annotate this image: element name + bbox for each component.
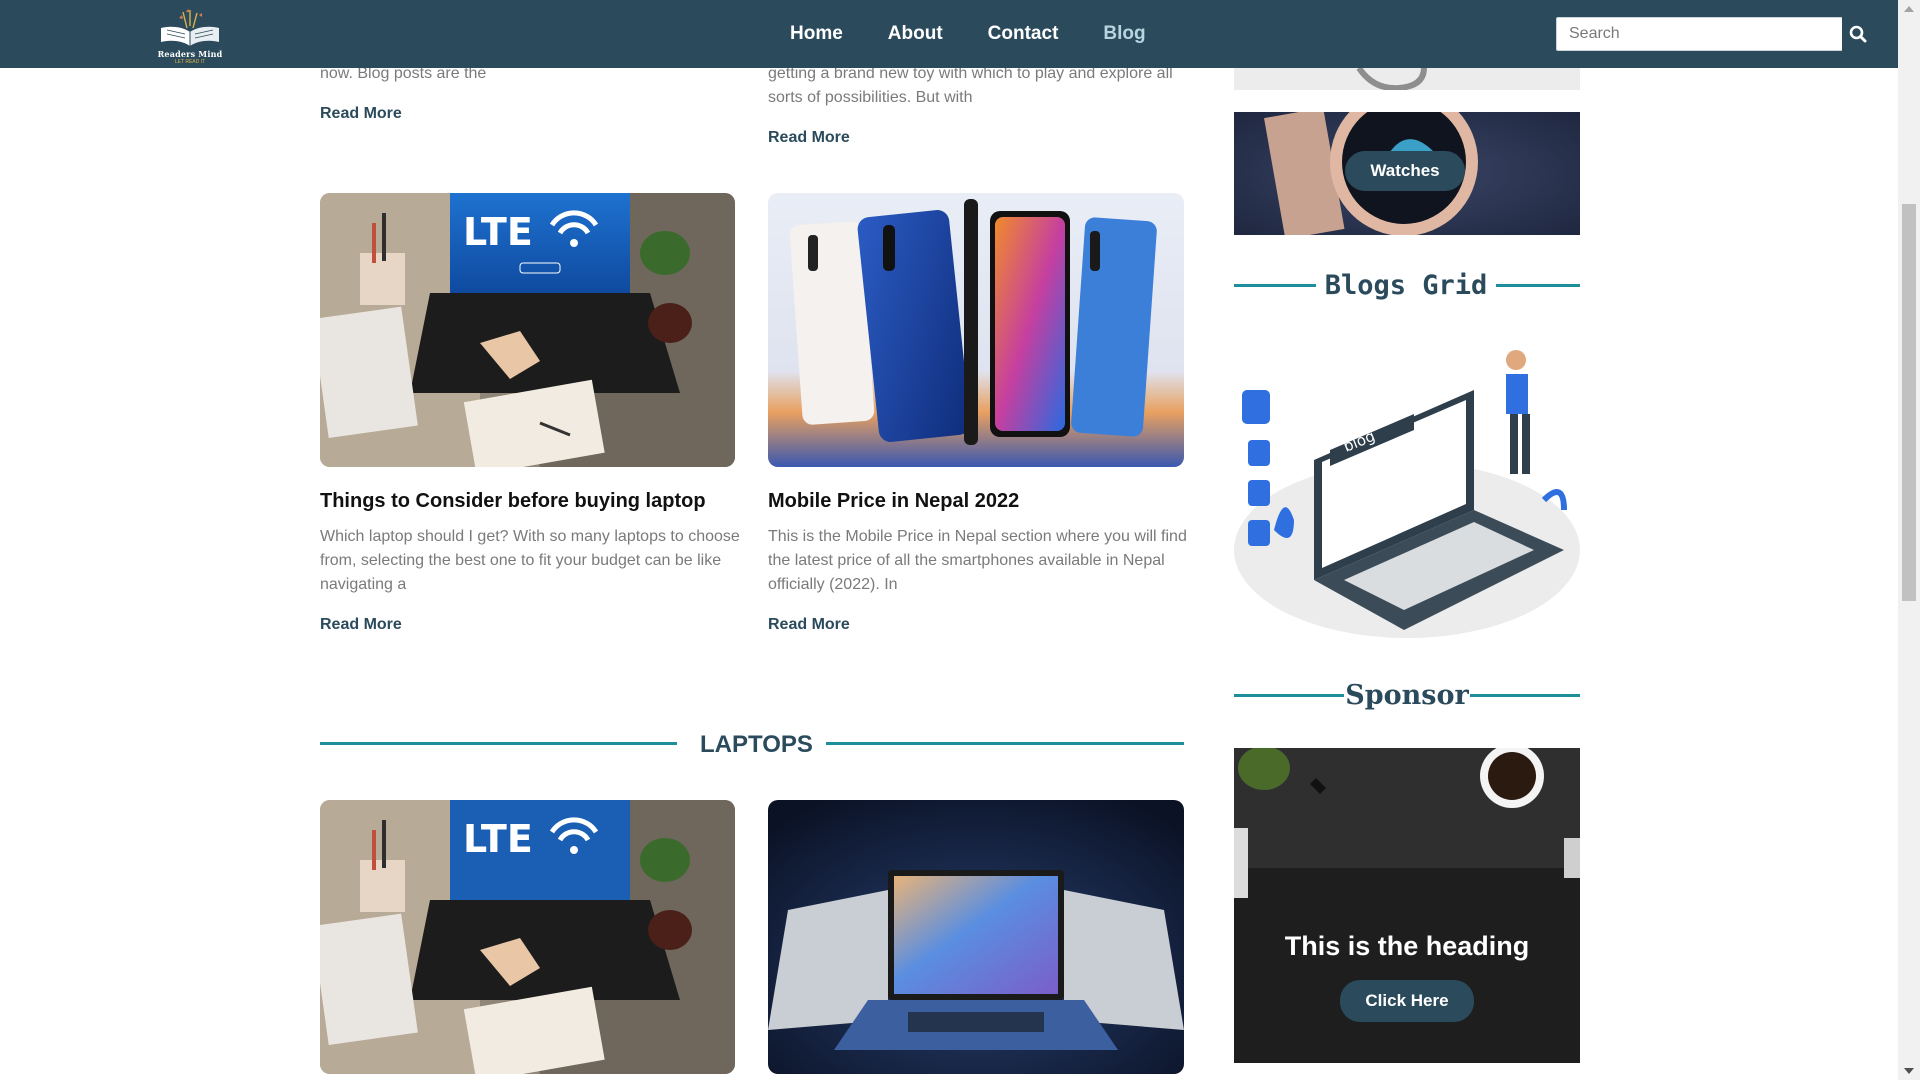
search-button[interactable] — [1842, 17, 1874, 51]
navbar: Readers Mind LET READ IT Home About Cont… — [0, 0, 1898, 68]
mobile-post-title[interactable]: Mobile Price in Nepal 2022 — [768, 490, 1019, 513]
lte-laptop-photo: LTE — [320, 800, 735, 1074]
laptops-card-1-image[interactable]: LTE — [320, 800, 735, 1074]
top-post-2-snippet-line-2: sorts of possibilities. But with — [768, 89, 973, 106]
smartphones-photo — [768, 193, 1184, 467]
search-input[interactable] — [1556, 17, 1843, 51]
sponsor-heading: Sponsor — [1345, 680, 1469, 711]
blogs-grid-illustration[interactable]: blog — [1234, 330, 1580, 640]
mobile-post-snippet-line-2: the latest price of all the smartphones … — [768, 552, 1165, 569]
logo-tagline: LET READ IT — [174, 59, 206, 65]
blogs-grid-divider-left — [1234, 284, 1316, 287]
headphones-photo — [1234, 68, 1580, 90]
top-post-2-read-more[interactable]: Read More — [768, 129, 850, 147]
sponsor-card[interactable]: This is the heading Click Here — [1234, 748, 1580, 1063]
blogs-grid-divider-right — [1496, 284, 1580, 287]
lte-laptop-photo: LTE — [320, 193, 735, 467]
laptop-post-image[interactable]: LTE — [320, 193, 735, 467]
mobile-post-snippet-line-1: This is the Mobile Price in Nepal sectio… — [768, 528, 1187, 545]
top-post-1-read-more[interactable]: Read More — [320, 105, 402, 123]
sponsor-divider-right — [1470, 694, 1580, 697]
laptop-post-snippet-line-3: navigating a — [320, 576, 407, 593]
mobile-post-image[interactable] — [768, 193, 1184, 467]
scrollbar-thumb[interactable] — [1902, 204, 1916, 601]
laptops-section-title: LAPTOPS — [700, 731, 813, 758]
blogs-grid-heading: Blogs Grid — [1324, 270, 1488, 301]
sponsor-card-heading: This is the heading — [1284, 931, 1530, 961]
sidebar-top-image-partial[interactable] — [1234, 68, 1580, 90]
logo-text: Readers Mind — [157, 49, 223, 59]
laptop-post-snippet-line-2: from, selecting the best one to fit your… — [320, 552, 722, 569]
watches-category-card[interactable]: Watches — [1234, 112, 1580, 235]
search-icon — [1849, 25, 1867, 43]
nav-about-link[interactable]: About — [888, 23, 943, 45]
site-logo[interactable]: Readers Mind LET READ IT — [157, 6, 223, 65]
nav-contact-link[interactable]: Contact — [988, 23, 1059, 45]
laptop-post-read-more[interactable]: Read More — [320, 616, 402, 634]
laptops-divider-left — [320, 742, 677, 745]
page-scrollbar[interactable] — [1898, 0, 1920, 1080]
nav-blog-link[interactable]: Blog — [1103, 23, 1145, 45]
laptops-divider-right — [826, 742, 1184, 745]
sponsor-click-button[interactable]: Click Here — [1340, 980, 1474, 1022]
nav-home-link[interactable]: Home — [790, 23, 843, 45]
nav-links: Home About Contact Blog — [790, 0, 1191, 68]
scroll-down-arrow-icon[interactable] — [1904, 1068, 1914, 1074]
mobile-post-snippet-line-3: officially (2022). In — [768, 576, 898, 593]
lte-image-text: LTE — [463, 817, 533, 861]
page: Readers Mind LET READ IT Home About Cont… — [0, 0, 1920, 1080]
scroll-up-arrow-icon[interactable] — [1904, 6, 1914, 12]
sponsor-divider-left — [1234, 694, 1344, 697]
laptop-post-snippet-line-1: Which laptop should I get? With so many … — [320, 528, 740, 545]
mobile-post-read-more[interactable]: Read More — [768, 616, 850, 634]
laptops-card-2-image[interactable] — [768, 800, 1184, 1074]
book-logo-icon — [161, 9, 219, 46]
laptop-product-photo — [768, 800, 1184, 1074]
laptop-post-title[interactable]: Things to Consider before buying laptop — [320, 490, 706, 513]
blog-laptop-illustration: blog — [1234, 350, 1580, 638]
lte-image-text: LTE — [463, 210, 533, 254]
watches-label[interactable]: Watches — [1345, 151, 1465, 191]
